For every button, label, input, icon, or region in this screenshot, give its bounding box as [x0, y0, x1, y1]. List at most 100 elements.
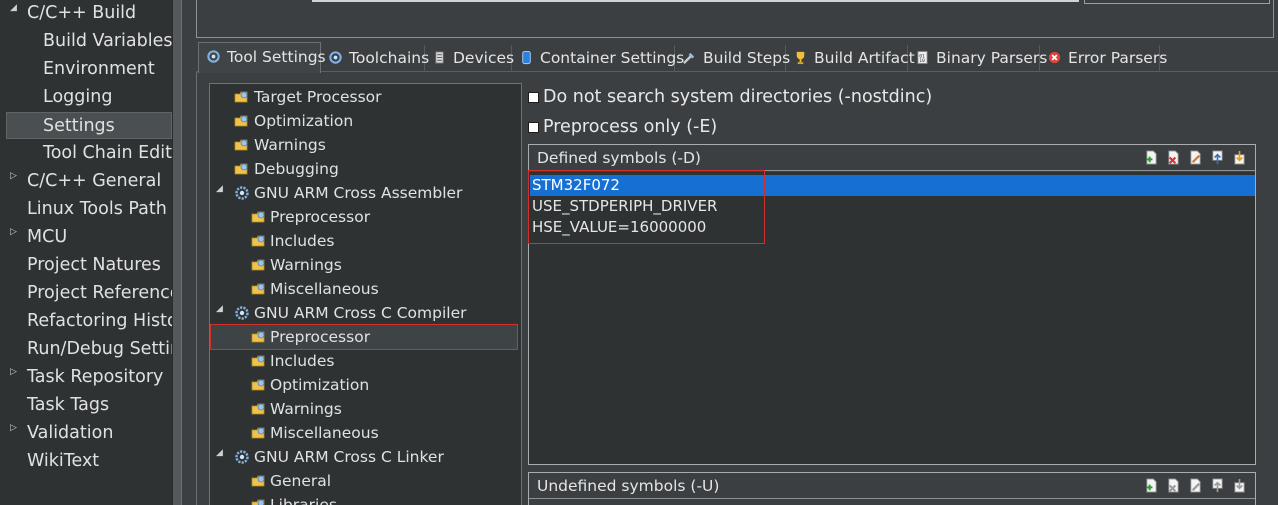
expanded-twisty-icon[interactable]: ◢ — [216, 181, 223, 197]
tree-item-linker-general[interactable]: General — [210, 469, 521, 493]
nav-item-mcu[interactable]: ▷ MCU — [6, 224, 172, 251]
nav-item-settings[interactable]: Settings — [6, 112, 172, 139]
tree-item-compiler-optimization[interactable]: Optimization — [210, 373, 521, 397]
tab-build-steps[interactable]: Build Steps — [675, 45, 790, 72]
collapsed-twisty-icon[interactable]: ▷ — [10, 226, 17, 238]
nav-item-tool-chain-editor[interactable]: Tool Chain Editor — [6, 140, 172, 167]
tree-item-optimization[interactable]: Optimization — [210, 109, 521, 133]
tree-item-debugging[interactable]: Debugging — [210, 157, 521, 181]
tree-item-assembler-miscellaneous[interactable]: Miscellaneous — [210, 277, 521, 301]
option-folder-icon — [251, 475, 265, 487]
tree-item-label: Preprocessor — [270, 328, 371, 346]
tab-error-parsers[interactable]: Error Parsers — [1040, 45, 1167, 72]
nav-item-project-natures[interactable]: Project Natures — [6, 252, 172, 279]
nav-item-wikitext[interactable]: WikiText — [6, 448, 172, 475]
option-folder-icon — [251, 331, 265, 343]
nav-item-cpp-build[interactable]: ◢ C/C++ Build — [6, 0, 172, 27]
tree-item-gnu-arm-cross-assembler[interactable]: ◢ GNU ARM Cross Assembler — [210, 181, 521, 205]
tree-item-gnu-arm-cross-c-linker[interactable]: ◢ GNU ARM Cross C Linker — [210, 445, 521, 469]
nav-item-label: Task Tags — [27, 395, 110, 415]
option-folder-icon — [251, 211, 265, 223]
tab-tool-settings[interactable]: Tool Settings — [198, 42, 326, 73]
collapsed-twisty-icon[interactable]: ▷ — [10, 366, 17, 378]
nav-item-build-variables[interactable]: Build Variables — [6, 28, 172, 55]
panel-splitter[interactable] — [172, 0, 182, 505]
edit-icon[interactable] — [1188, 478, 1203, 493]
nav-item-environment[interactable]: Environment — [6, 56, 172, 83]
nav-item-linux-tools-path[interactable]: Linux Tools Path — [6, 196, 172, 223]
tree-item-label: Preprocessor — [270, 208, 371, 226]
tree-item-label: GNU ARM Cross C Compiler — [254, 304, 467, 322]
move-down-icon[interactable] — [1232, 150, 1247, 165]
nav-item-label: Project References — [27, 283, 172, 303]
nav-item-run-debug-settings[interactable]: Run/Debug Settings — [6, 336, 172, 363]
tab-label: Error Parsers — [1068, 49, 1168, 67]
nav-item-label: Run/Debug Settings — [27, 339, 172, 359]
tab-toolchains[interactable]: Toolchains — [321, 45, 429, 72]
tree-item-gnu-arm-cross-c-compiler[interactable]: ◢ GNU ARM Cross C Compiler — [210, 301, 521, 325]
move-up-icon[interactable] — [1210, 478, 1225, 493]
nav-item-label: Settings — [43, 116, 115, 136]
option-folder-icon — [251, 235, 265, 247]
tree-item-label: GNU ARM Cross Assembler — [254, 184, 463, 202]
nav-item-project-references[interactable]: Project References — [6, 280, 172, 307]
nav-item-logging[interactable]: Logging — [6, 84, 172, 111]
configuration-field[interactable] — [312, 0, 1079, 2]
tree-item-label: Warnings — [270, 400, 342, 418]
tab-devices[interactable]: Devices — [425, 45, 515, 72]
container-icon — [522, 50, 531, 65]
option-folder-icon — [251, 499, 265, 505]
tree-item-assembler-preprocessor[interactable]: Preprocessor — [210, 205, 521, 229]
tree-item-warnings[interactable]: Warnings — [210, 133, 521, 157]
tab-container-settings[interactable]: Container Settings — [512, 45, 684, 72]
tree-item-label: Debugging — [254, 160, 339, 178]
tab-label: Binary Parsers — [936, 49, 1048, 67]
add-icon[interactable] — [1144, 478, 1159, 493]
tree-item-linker-libraries[interactable]: Libraries — [210, 493, 521, 505]
tree-item-compiler-warnings[interactable]: Warnings — [210, 397, 521, 421]
add-icon[interactable] — [1144, 150, 1159, 165]
tree-item-target-processor[interactable]: Target Processor — [210, 85, 521, 109]
nav-item-task-tags[interactable]: Task Tags — [6, 392, 172, 419]
undefined-symbols-toolbar — [1137, 478, 1247, 494]
tree-item-label: General — [270, 472, 332, 490]
tab-label: Container Settings — [540, 49, 685, 67]
nav-item-label: Validation — [27, 423, 114, 443]
preprocess-only-checkbox[interactable] — [528, 122, 539, 133]
nav-item-validation[interactable]: ▷ Validation — [6, 420, 172, 447]
move-down-icon[interactable] — [1232, 478, 1247, 493]
collapsed-twisty-icon[interactable]: ▷ — [10, 170, 17, 182]
nav-item-refactoring-history[interactable]: Refactoring History — [6, 308, 172, 335]
nav-item-label: Project Natures — [27, 255, 161, 275]
manage-configurations-button[interactable] — [1084, 0, 1270, 4]
edit-icon[interactable] — [1188, 150, 1203, 165]
tree-item-assembler-includes[interactable]: Includes — [210, 229, 521, 253]
delete-icon[interactable] — [1166, 150, 1181, 165]
tool-gear-icon — [235, 306, 249, 320]
tool-gear-icon — [235, 450, 249, 464]
tree-item-assembler-warnings[interactable]: Warnings — [210, 253, 521, 277]
nostdinc-checkbox[interactable] — [528, 92, 539, 103]
collapsed-twisty-icon[interactable]: ▷ — [10, 422, 17, 434]
tool-settings-tree: Target Processor Optimization Warnings D… — [209, 83, 522, 505]
nav-item-task-repository[interactable]: ▷ Task Repository — [6, 364, 172, 391]
undefined-symbols-group: Undefined symbols (-U) — [528, 472, 1256, 505]
nav-item-cpp-general[interactable]: ▷ C/C++ General — [6, 168, 172, 195]
delete-icon[interactable] — [1166, 478, 1181, 493]
nav-item-label: Logging — [43, 87, 113, 107]
tab-build-artifact[interactable]: Build Artifact — [786, 45, 915, 72]
undefined-symbols-title: Undefined symbols (-U) — [537, 477, 720, 495]
expanded-twisty-icon[interactable]: ◢ — [216, 301, 223, 317]
tab-label: Devices — [453, 49, 515, 67]
tree-item-label: Miscellaneous — [270, 424, 379, 442]
nav-item-label: Build Variables — [43, 31, 172, 51]
tree-item-compiler-includes[interactable]: Includes — [210, 349, 521, 373]
tree-item-compiler-preprocessor[interactable]: Preprocessor — [210, 324, 518, 350]
tree-item-compiler-miscellaneous[interactable]: Miscellaneous — [210, 421, 521, 445]
tab-binary-parsers[interactable]: 01 10 Binary Parsers — [908, 45, 1047, 72]
move-up-icon[interactable] — [1210, 150, 1225, 165]
tree-item-label: Optimization — [254, 112, 354, 130]
defined-symbols-header: Defined symbols (-D) — [529, 145, 1255, 171]
expanded-twisty-icon[interactable]: ◢ — [10, 2, 17, 14]
expanded-twisty-icon[interactable]: ◢ — [216, 445, 223, 461]
